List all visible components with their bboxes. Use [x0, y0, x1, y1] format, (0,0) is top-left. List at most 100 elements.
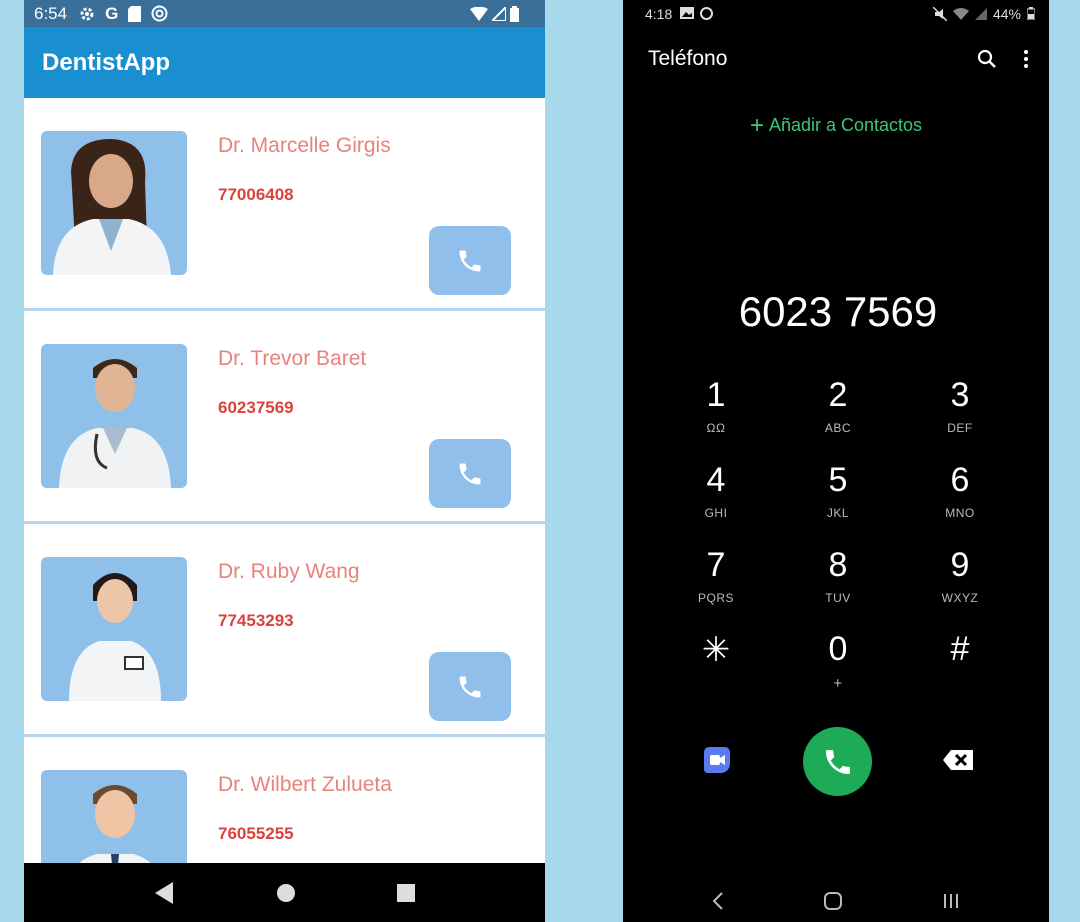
dentist-card[interactable]: Dr. Trevor Baret 60237569: [24, 311, 545, 524]
dentist-card[interactable]: Dr. Wilbert Zulueta 76055255: [24, 737, 545, 863]
home-icon[interactable]: [276, 883, 296, 903]
key-4[interactable]: 4 GHI: [671, 461, 761, 520]
key-9[interactable]: 9 WXYZ: [915, 546, 1005, 605]
app-bar: DentistApp: [24, 27, 545, 98]
dentist-list[interactable]: Dr. Marcelle Girgis 77006408 Dr. Trevor …: [24, 98, 545, 863]
status-bar: 6:54 G: [24, 0, 545, 27]
key-letters: GHI: [704, 506, 728, 520]
key-digit: 2: [828, 376, 848, 414]
video-call-button[interactable]: [700, 743, 734, 777]
backspace-icon: [943, 750, 973, 770]
key-1[interactable]: 1 ΩΩ: [671, 376, 761, 435]
backspace-button[interactable]: [941, 748, 977, 774]
key-3[interactable]: 3 DEF: [915, 376, 1005, 435]
plus-icon: +: [749, 112, 764, 139]
key-digit: 4: [706, 461, 726, 499]
at-icon: [151, 5, 168, 22]
call-button[interactable]: [429, 439, 511, 508]
status-time: 6:54: [34, 3, 68, 23]
status-bar: 4:18 44%: [623, 0, 1049, 27]
call-button[interactable]: [803, 727, 872, 796]
key-letters: TUV: [825, 591, 851, 605]
more-options-icon[interactable]: [1023, 49, 1029, 69]
sd-card-icon: [128, 5, 142, 22]
battery-icon: [1027, 7, 1035, 20]
nav-bar: [24, 863, 545, 922]
dentist-name: Dr. Ruby Wang: [218, 560, 360, 583]
phone-icon: [459, 250, 481, 271]
dentist-photo: [41, 557, 187, 701]
key-8[interactable]: 8 TUV: [793, 546, 883, 605]
phone-icon: [459, 676, 481, 697]
key-digit: 5: [828, 461, 848, 499]
key-5[interactable]: 5 JKL: [793, 461, 883, 520]
key-letters: PQRS: [697, 591, 734, 605]
add-to-contacts-link[interactable]: + Añadir a Contactos: [623, 112, 1049, 140]
dentist-phone: 76055255: [218, 824, 294, 843]
dentist-photo: [41, 131, 187, 275]
app-title: DentistApp: [42, 48, 170, 76]
key-letters: JKL: [826, 506, 850, 520]
video-call-icon: [704, 747, 730, 773]
gear-icon: [80, 7, 94, 20]
back-icon[interactable]: [712, 891, 724, 911]
key-digit: ✳: [701, 631, 731, 669]
key-digit: 8: [828, 546, 848, 584]
image-icon: [680, 7, 695, 19]
key-digit: 7: [706, 546, 726, 584]
wifi-icon: [952, 7, 969, 20]
back-icon[interactable]: [154, 881, 175, 904]
call-button[interactable]: [429, 652, 511, 721]
wifi-icon: [470, 6, 488, 21]
dentist-name: Dr. Marcelle Girgis: [218, 134, 391, 157]
key-digit: #: [950, 630, 970, 668]
home-icon[interactable]: [823, 891, 843, 911]
key-digit: 6: [950, 461, 970, 499]
phone-icon: [459, 463, 481, 484]
recents-icon[interactable]: [942, 892, 960, 910]
dentist-card[interactable]: Dr. Marcelle Girgis 77006408: [24, 98, 545, 311]
key-7[interactable]: 7 PQRS: [671, 546, 761, 605]
call-button[interactable]: [429, 226, 511, 295]
key-digit: 3: [950, 376, 970, 414]
key-digit: 1: [706, 376, 726, 414]
dentist-name: Dr. Trevor Baret: [218, 347, 367, 370]
voicemail-icon: ΩΩ: [706, 421, 726, 435]
signal-icon: [492, 6, 506, 21]
key-digit: 9: [950, 546, 970, 584]
page-title: Teléfono: [648, 47, 728, 70]
dialer-screen: 4:18 44% Teléfono + Añadir a Contactos 60…: [623, 0, 1049, 922]
dentist-app-screen: 6:54 G DentistApp Dr. Marcelle Girgis 77…: [24, 0, 545, 922]
recents-icon[interactable]: [396, 883, 415, 902]
dentist-card[interactable]: Dr. Ruby Wang 77453293: [24, 524, 545, 737]
battery-icon: [510, 5, 519, 22]
battery-percent: 44%: [992, 5, 1021, 22]
key-letters: MNO: [945, 506, 975, 520]
google-icon: G: [105, 3, 119, 23]
dentist-phone: 60237569: [218, 398, 294, 417]
dentist-name: Dr. Wilbert Zulueta: [218, 773, 392, 796]
status-time: 4:18: [645, 5, 673, 22]
dentist-phone: 77006408: [218, 185, 294, 204]
key-6[interactable]: 6 MNO: [915, 461, 1005, 520]
dialed-number: 6023 7569: [738, 288, 938, 335]
key-2[interactable]: 2 ABC: [793, 376, 883, 435]
key-digit: 0: [828, 630, 848, 668]
mute-icon: [932, 6, 947, 21]
dentist-phone: 77453293: [218, 611, 294, 630]
nav-bar: [623, 880, 1049, 922]
key-letters: WXYZ: [941, 591, 979, 605]
dentist-photo: [41, 344, 187, 488]
key-0[interactable]: 0 +: [793, 630, 883, 692]
search-icon[interactable]: [977, 49, 997, 69]
key-letters: +: [833, 675, 843, 692]
key-star[interactable]: ✳: [671, 630, 761, 670]
key-hash[interactable]: #: [915, 630, 1005, 669]
dialer-header: Teléfono: [623, 27, 1049, 91]
key-letters: ABC: [824, 421, 852, 435]
signal-icon: [974, 7, 987, 20]
phone-icon: [825, 749, 850, 774]
key-letters: DEF: [947, 421, 973, 435]
add-to-contacts-label: Añadir a Contactos: [768, 115, 923, 135]
at-icon: [700, 7, 714, 20]
